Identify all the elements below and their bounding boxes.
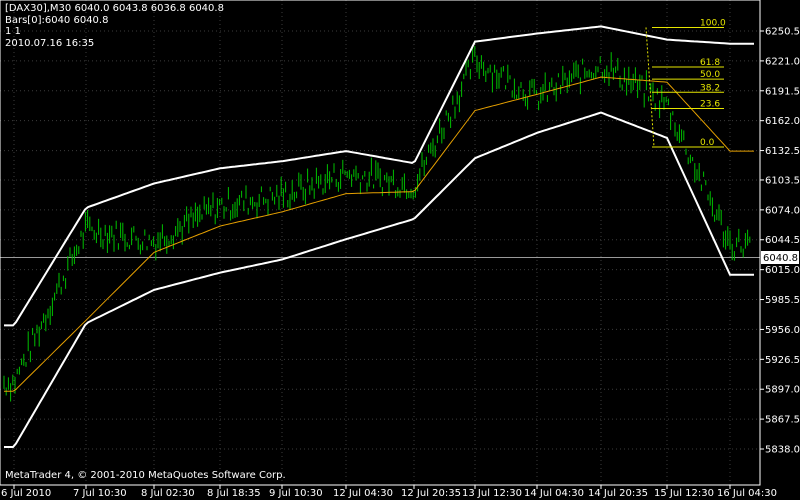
time-axis: 6 Jul 2010 7 Jul 10:30 8 Jul 02:30 8 Jul 18… [1, 485, 777, 499]
datetime-line: 2010.07.16 16:35 [5, 37, 95, 49]
y-tick-label: 6074.0 [765, 205, 800, 216]
x-tick-label: 15 Jul 12:30 [654, 488, 714, 499]
current-price-label: 6040.8 [763, 253, 798, 264]
moving-average-line [4, 76, 754, 392]
lower-band-line [4, 111, 754, 448]
y-tick-label: 6044.5 [765, 235, 800, 246]
y-tick-label: 5956.0 [765, 325, 800, 336]
y-tick-label: 6015.0 [765, 265, 800, 276]
y-tick-label: 6191.5 [765, 86, 800, 97]
fib-level-label: 61.8 [700, 58, 720, 68]
x-tick-label: 8 Jul 18:35 [207, 488, 261, 499]
y-tick-label: 5838.0 [765, 445, 800, 456]
fib-level-label: 23.6 [700, 100, 720, 110]
y-tick-label: 5985.5 [765, 295, 800, 306]
y-tick-label: 6221.0 [765, 56, 800, 67]
x-tick-label: 12 Jul 04:30 [333, 488, 393, 499]
symbol-info-panel: [DAX30],M30 6040.0 6043.8 6036.8 6040.8 … [5, 3, 224, 49]
bars-line: Bars[0]:6040 6040.8 [5, 14, 109, 26]
price-axis: 6250.5 6221.0 6191.5 6162.0 6132.5 6103.5 6074… [760, 27, 800, 456]
fib-level-label: 0.0 [700, 138, 715, 148]
y-tick-label: 6162.0 [765, 116, 800, 127]
x-tick-label: 13 Jul 12:30 [462, 488, 522, 499]
ohlc-line: [DAX30],M30 6040.0 6043.8 6036.8 6040.8 [5, 3, 224, 14]
x-tick-label: 7 Jul 10:30 [73, 488, 127, 499]
y-tick-label: 5926.5 [765, 355, 800, 366]
x-tick-label: 14 Jul 04:30 [524, 488, 584, 499]
x-tick-label: 16 Jul 04:30 [717, 488, 777, 499]
fib-level-label: 50.0 [700, 70, 720, 80]
x-tick-label: 12 Jul 20:35 [401, 488, 461, 499]
price-chart[interactable]: 100.0 61.8 50.0 38.2 23.6 0.0 6250.5 6221.0 619… [0, 0, 800, 500]
y-tick-label: 6103.5 [765, 175, 800, 186]
copyright-text: MetaTrader 4, © 2001-2010 MetaQuotes Sof… [5, 470, 286, 481]
chart-series [3, 25, 754, 448]
y-tick-label: 6132.5 [765, 146, 800, 157]
upper-band-line [4, 25, 754, 327]
fib-level-label: 100.0 [700, 18, 726, 28]
x-tick-label: 9 Jul 10:30 [269, 488, 323, 499]
fib-level-label: 38.2 [700, 83, 720, 93]
x-tick-label: 14 Jul 20:35 [588, 488, 648, 499]
y-tick-label: 5897.0 [765, 385, 800, 396]
x-tick-label: 8 Jul 02:30 [141, 488, 195, 499]
indicator-line: 1 1 [5, 26, 21, 37]
x-tick-label: 6 Jul 2010 [1, 488, 51, 499]
y-tick-label: 5867.5 [765, 415, 800, 426]
y-tick-label: 6250.5 [765, 27, 800, 38]
